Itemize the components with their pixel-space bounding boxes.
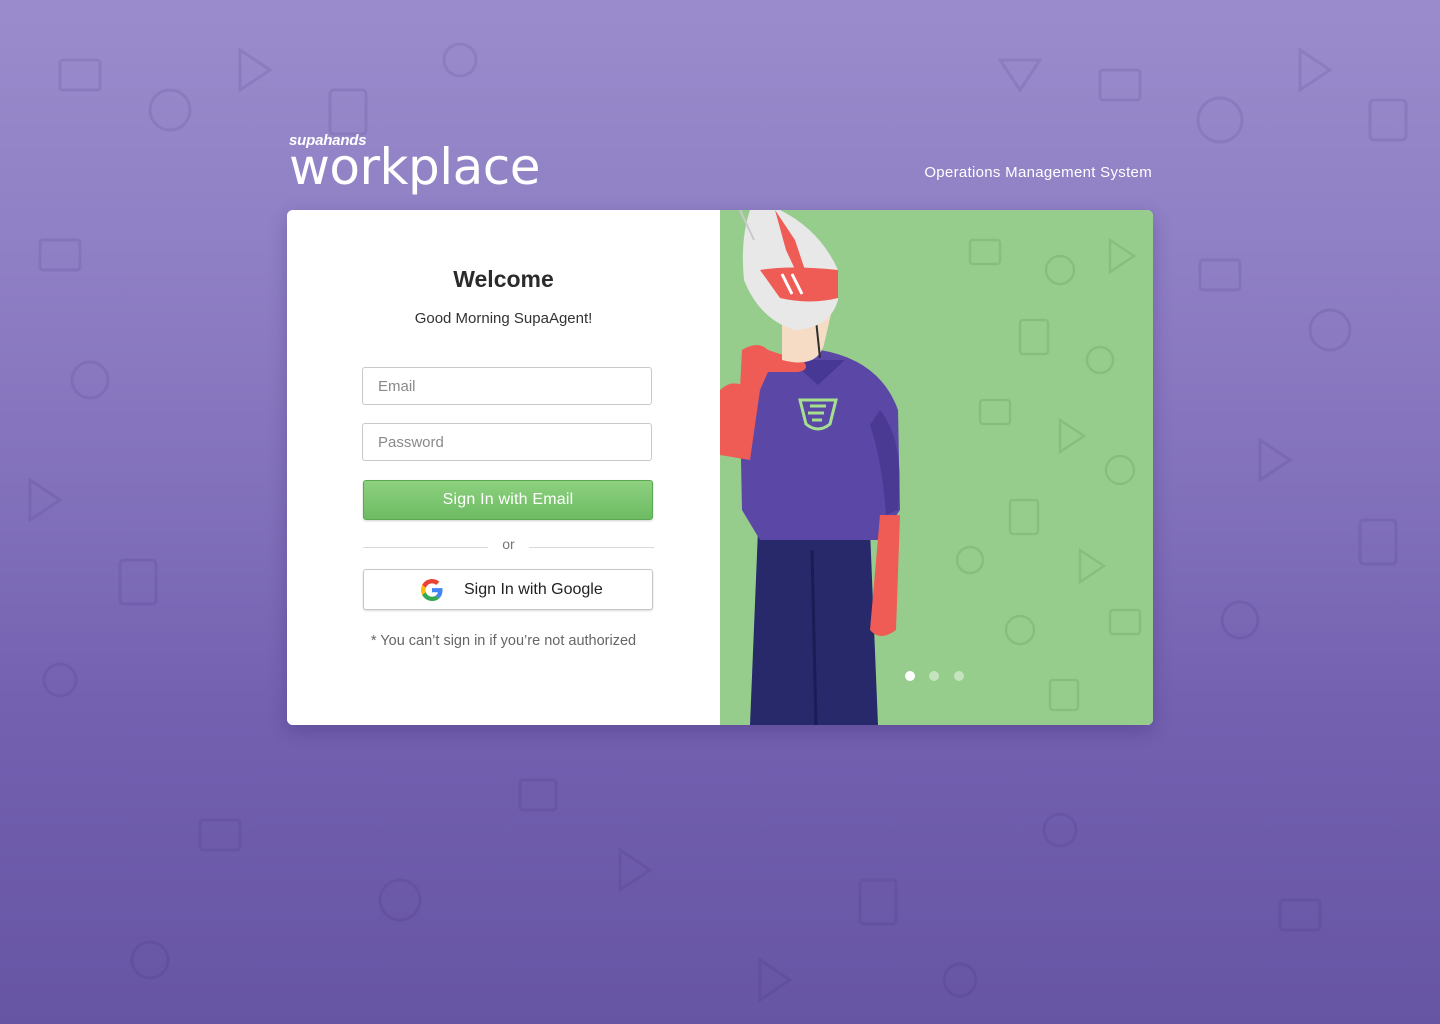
brand-product-name: workplace: [289, 138, 541, 196]
email-input[interactable]: [362, 367, 652, 405]
brand-logo: supahands workplace: [289, 132, 549, 202]
carousel-panel: [720, 210, 1153, 725]
or-divider: or: [363, 536, 654, 556]
google-button-label: Sign In with Google: [464, 581, 603, 598]
superhero-mascot-illustration: [720, 210, 900, 725]
carousel-dot-1[interactable]: [905, 671, 915, 681]
sign-in-email-button[interactable]: Sign In with Email: [363, 480, 653, 520]
brand-tagline: Operations Management System: [924, 164, 1152, 181]
greeting-text: Good Morning SupaAgent!: [414, 310, 593, 327]
google-icon: [421, 579, 443, 601]
authorization-note: * You can’t sign in if you’re not author…: [370, 633, 637, 649]
or-label: or: [502, 536, 515, 552]
password-input[interactable]: [362, 423, 652, 461]
divider-line-right: [529, 547, 654, 548]
page-title: Welcome: [453, 266, 554, 292]
login-form-panel: Welcome Good Morning SupaAgent! Sign In …: [287, 210, 720, 725]
carousel-dot-3[interactable]: [954, 671, 964, 681]
carousel-dot-2[interactable]: [929, 671, 939, 681]
carousel-indicators: [905, 671, 975, 683]
sign-in-google-button[interactable]: Sign In with Google: [363, 569, 653, 610]
login-card: Welcome Good Morning SupaAgent! Sign In …: [287, 210, 1153, 725]
